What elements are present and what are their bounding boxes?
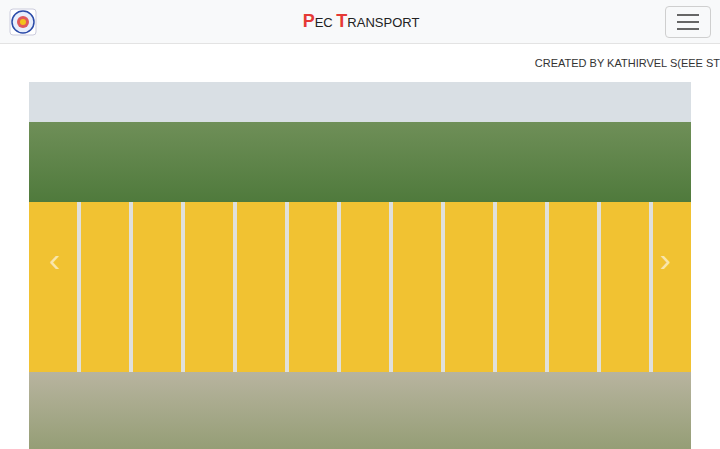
carousel: ‹ › bbox=[29, 82, 691, 449]
brand-part: P bbox=[303, 11, 315, 32]
carousel-prev-button[interactable]: ‹ bbox=[49, 242, 60, 276]
credit-text: CREATED BY KATHIRVEL S(EEE ST bbox=[535, 57, 720, 69]
hamburger-icon bbox=[677, 14, 699, 30]
navbar: PEC TRANSPORT bbox=[0, 0, 720, 44]
buses-photo bbox=[29, 82, 691, 449]
brand-part: RANSPORT bbox=[347, 15, 419, 30]
brand-part: EC bbox=[315, 15, 337, 30]
brand-title[interactable]: PEC TRANSPORT bbox=[303, 11, 420, 32]
brand-part: T bbox=[336, 11, 347, 32]
college-logo-icon[interactable] bbox=[9, 8, 37, 36]
page: PEC TRANSPORT CREATED BY KATHIRVEL S(EEE… bbox=[0, 0, 720, 449]
marquee: CREATED BY KATHIRVEL S(EEE ST bbox=[0, 44, 720, 82]
carousel-next-button[interactable]: › bbox=[660, 242, 671, 276]
menu-toggle-button[interactable] bbox=[665, 6, 711, 38]
